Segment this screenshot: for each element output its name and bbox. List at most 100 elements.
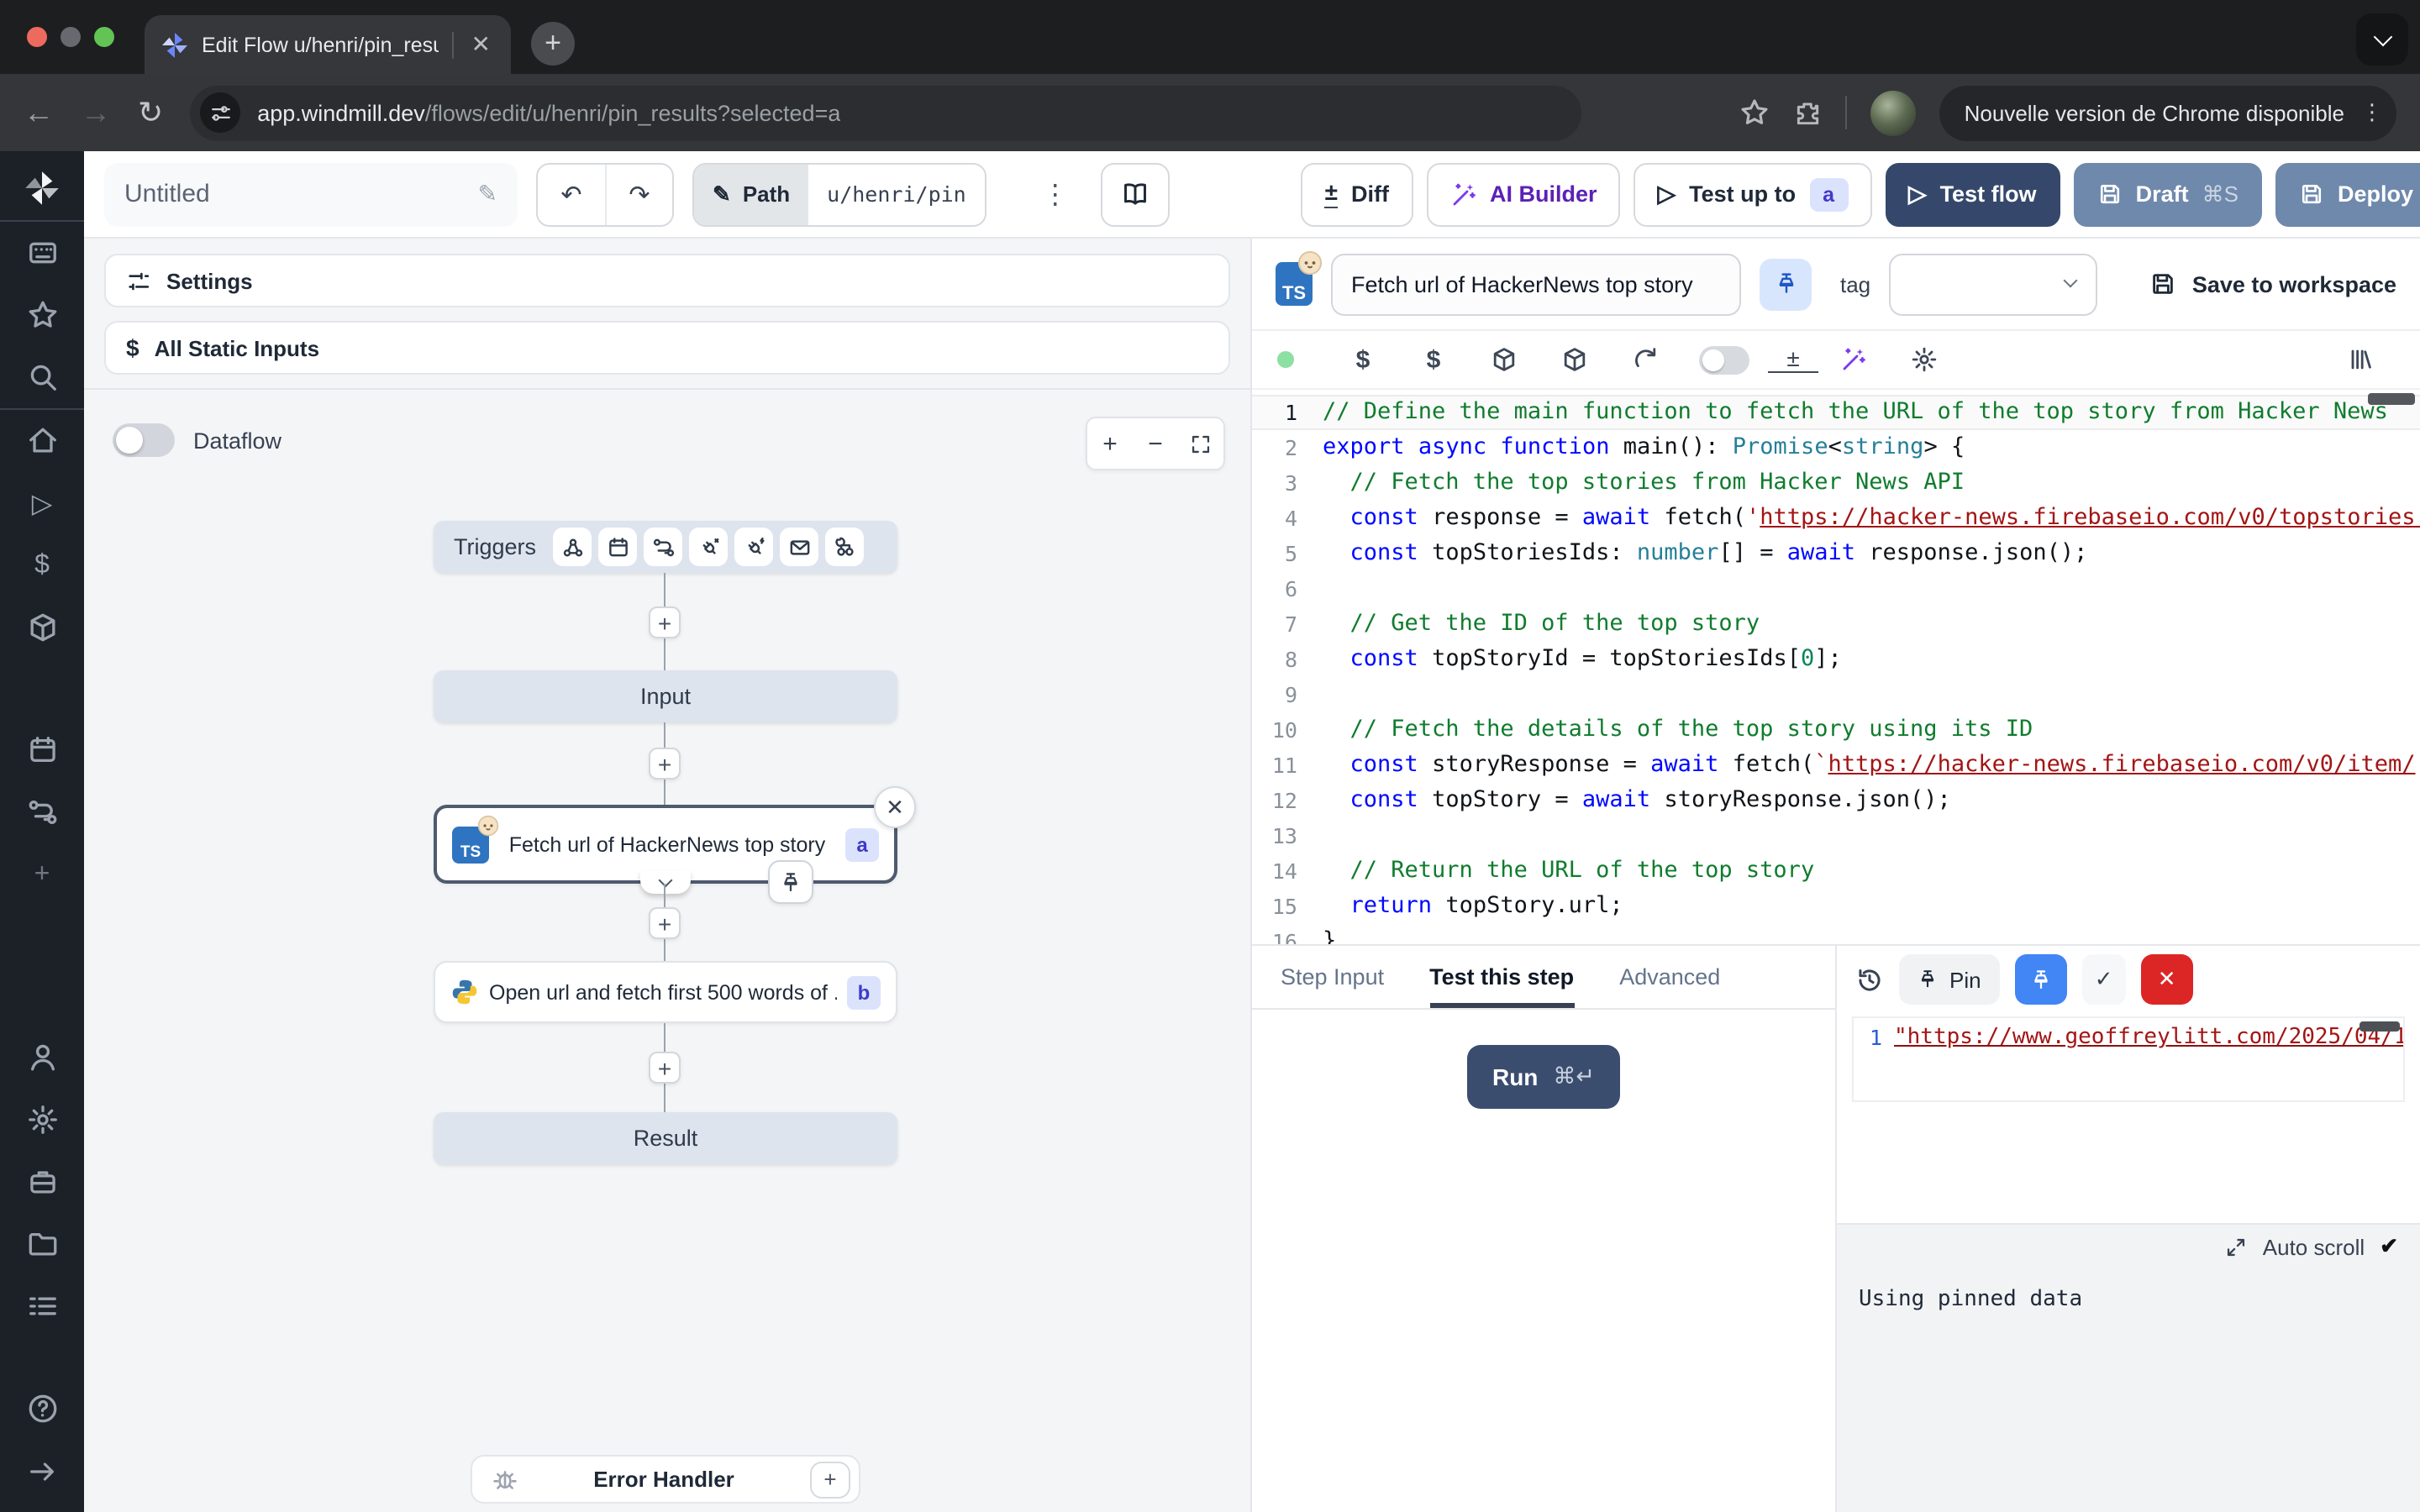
code-line[interactable]: 10 // Fetch the details of the top story…: [1252, 712, 2420, 748]
confirm-pin-button[interactable]: ✓: [2082, 954, 2126, 1005]
history-icon[interactable]: [1855, 965, 1884, 994]
code-line[interactable]: 11 const storyResponse = await fetch(`ht…: [1252, 748, 2420, 783]
pin-step-button[interactable]: [1760, 258, 1812, 310]
draft-button[interactable]: Draft ⌘S: [2074, 162, 2262, 226]
step-title-input[interactable]: [1331, 253, 1741, 315]
scheduled-poll-trigger-icon[interactable]: [825, 528, 864, 566]
collapse-step-icon[interactable]: [640, 870, 691, 894]
all-static-inputs-button[interactable]: $ All Static Inputs: [104, 321, 1230, 375]
schedule-trigger-icon[interactable]: [598, 528, 637, 566]
undo-button[interactable]: ↶: [538, 164, 605, 224]
sidebar-item-runs[interactable]: ▷: [0, 472, 84, 534]
code-line[interactable]: 4 const response = await fetch('https://…: [1252, 501, 2420, 536]
ai-builder-button[interactable]: AI Builder: [1426, 162, 1621, 226]
tab-test-this-step[interactable]: Test this step: [1429, 946, 1574, 1008]
http-route-trigger-icon[interactable]: [644, 528, 682, 566]
pinned-editor-scrollbar[interactable]: [2360, 1021, 2400, 1032]
flow-canvas[interactable]: Dataflow + − Triggers: [84, 390, 1250, 1512]
sidebar-item-add[interactable]: +: [0, 843, 84, 906]
add-step-button[interactable]: +: [649, 907, 681, 939]
step-node-a[interactable]: TS Fetch url of HackerNews top story a ✕: [434, 805, 897, 884]
redo-button[interactable]: ↷: [605, 164, 672, 224]
minimize-window-button[interactable]: [60, 27, 81, 47]
sidebar-item-folders[interactable]: [0, 1213, 84, 1275]
test-up-to-button[interactable]: ▷ Test up to a: [1634, 162, 1871, 226]
auto-scroll-checkmark[interactable]: ✔: [2380, 1233, 2398, 1260]
path-control[interactable]: ✎ Path u/henri/pin: [692, 162, 986, 226]
fit-view-button[interactable]: [1178, 418, 1223, 469]
code-editor[interactable]: 1// Define the main function to fetch th…: [1252, 390, 2420, 944]
editor-scrollbar[interactable]: [2368, 393, 2415, 405]
reload-icon[interactable]: [1610, 346, 1681, 373]
remove-step-icon[interactable]: ✕: [874, 786, 916, 828]
error-handler-node[interactable]: Error Handler +: [471, 1455, 860, 1504]
sidebar-item-audit-logs[interactable]: [0, 1275, 84, 1337]
tab-step-input[interactable]: Step Input: [1281, 946, 1384, 1008]
flow-settings-button[interactable]: Settings: [104, 254, 1230, 307]
sidebar-item-variables[interactable]: $: [0, 534, 84, 596]
step-node-b[interactable]: Open url and fetch first 500 words of ..…: [434, 961, 897, 1023]
more-options-kebab-icon[interactable]: ⋮: [1028, 177, 1082, 211]
code-line[interactable]: 9: [1252, 677, 2420, 712]
sidebar-item-search[interactable]: [0, 346, 84, 408]
sidebar-item-workers[interactable]: [0, 1151, 84, 1213]
browser-tab[interactable]: Edit Flow u/henri/pin_results ✕: [145, 15, 511, 74]
docs-book-button[interactable]: [1101, 162, 1170, 226]
edit-name-pencil-icon[interactable]: ✎: [478, 180, 497, 208]
expand-icon[interactable]: [2226, 1236, 2248, 1257]
profile-avatar[interactable]: [1870, 90, 1916, 135]
zoom-in-button[interactable]: +: [1087, 418, 1133, 469]
diff-mode-toggle[interactable]: [1681, 345, 1768, 374]
close-pinned-button[interactable]: ✕: [2141, 954, 2193, 1005]
diff-icon[interactable]: ±: [1768, 346, 1818, 374]
code-line[interactable]: 14 // Return the URL of the top story: [1252, 853, 2420, 889]
code-line[interactable]: 15 return topStory.url;: [1252, 889, 2420, 924]
close-window-button[interactable]: [27, 27, 47, 47]
code-line[interactable]: 2export async function main(): Promise<s…: [1252, 430, 2420, 465]
package-icon[interactable]: [1539, 346, 1610, 373]
add-error-handler-button[interactable]: +: [810, 1461, 850, 1498]
code-line[interactable]: 16}: [1252, 924, 2420, 944]
back-icon[interactable]: ←: [24, 97, 54, 128]
input-node[interactable]: Input: [434, 670, 897, 722]
sidebar-item-apps[interactable]: [0, 222, 84, 284]
pin-active-button[interactable]: [2015, 954, 2067, 1005]
sidebar-item-home[interactable]: [0, 410, 84, 472]
site-info-icon[interactable]: [200, 92, 240, 133]
editor-settings-gear-icon[interactable]: [1889, 346, 1960, 373]
deploy-button[interactable]: Deploy: [2275, 162, 2420, 226]
tab-search-button[interactable]: [2356, 13, 2408, 66]
code-line[interactable]: 5 const topStoriesIds: number[] = await …: [1252, 536, 2420, 571]
tab-close-icon[interactable]: ✕: [468, 30, 494, 59]
sidebar-item-users[interactable]: [0, 1026, 84, 1089]
result-node[interactable]: Result: [434, 1112, 897, 1164]
diff-button[interactable]: ± Diff: [1302, 162, 1413, 226]
code-line[interactable]: 8 const topStoryId = topStoriesIds[0];: [1252, 642, 2420, 677]
address-bar[interactable]: app.windmill.dev/flows/edit/u/henri/pin_…: [190, 85, 1581, 140]
step-pin-icon[interactable]: [768, 860, 813, 904]
code-line[interactable]: 7 // Get the ID of the top story: [1252, 606, 2420, 642]
library-icon[interactable]: [2324, 346, 2395, 373]
add-variable-icon[interactable]: $: [1328, 345, 1398, 374]
dataflow-toggle[interactable]: [113, 423, 175, 457]
code-line[interactable]: 13: [1252, 818, 2420, 853]
tag-select[interactable]: [1889, 253, 2097, 315]
add-step-button[interactable]: +: [649, 748, 681, 780]
pinned-data-editor[interactable]: 1 "https://www.geoffreylitt.com/2025/04/…: [1852, 1016, 2405, 1102]
run-button[interactable]: Run ⌘↵: [1467, 1045, 1620, 1109]
new-tab-button[interactable]: +: [531, 22, 575, 66]
chrome-menu-icon[interactable]: ⋮: [2361, 100, 2383, 125]
zoom-out-button[interactable]: −: [1133, 418, 1178, 469]
code-line[interactable]: 6: [1252, 571, 2420, 606]
sidebar-item-settings[interactable]: [0, 1089, 84, 1151]
package-icon[interactable]: [1469, 346, 1539, 373]
code-line[interactable]: 12 const topStory = await storyResponse.…: [1252, 783, 2420, 818]
webhook-trigger-icon[interactable]: [553, 528, 592, 566]
chrome-update-button[interactable]: Nouvelle version de Chrome disponible ⋮: [1939, 85, 2396, 140]
code-line[interactable]: 1// Define the main function to fetch th…: [1252, 395, 2420, 430]
ai-assistant-icon[interactable]: [1818, 346, 1889, 373]
windmill-logo[interactable]: [24, 170, 60, 207]
extensions-icon[interactable]: [1793, 98, 1822, 127]
add-step-button[interactable]: +: [649, 1052, 681, 1084]
email-trigger-icon[interactable]: [780, 528, 818, 566]
